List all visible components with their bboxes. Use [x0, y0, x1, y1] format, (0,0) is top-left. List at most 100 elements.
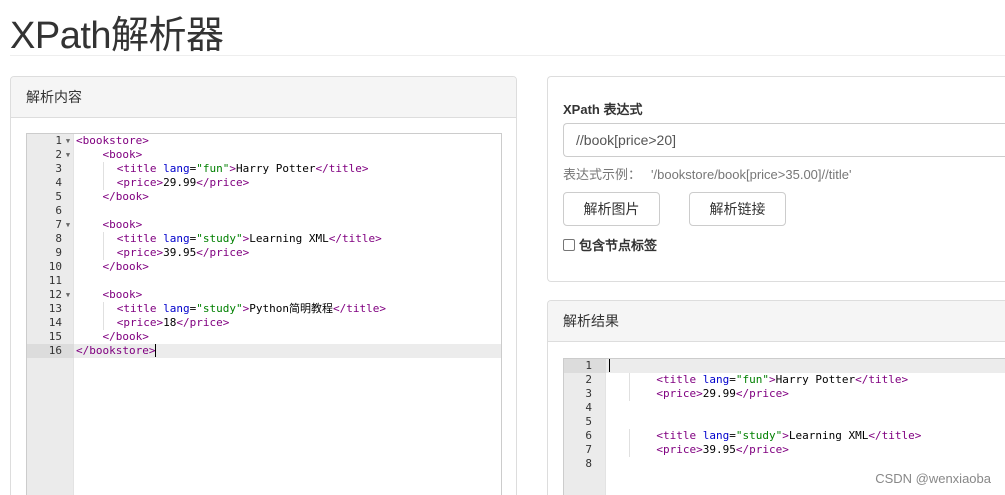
include-tags-label: 包含节点标签	[579, 238, 658, 253]
code-line[interactable]: 9 <price>39.95</price>	[27, 246, 501, 260]
xml-tag: <book>	[102, 148, 143, 161]
xml-tag: <title	[116, 162, 157, 175]
fold-arrow-icon[interactable]: ▼	[64, 218, 72, 232]
line-number: 9	[55, 246, 62, 259]
code-line[interactable]: 1 ▼ <bookstore>	[27, 134, 501, 148]
xpath-input[interactable]	[563, 123, 1005, 157]
xml-tag: </book>	[102, 260, 149, 273]
page-title: XPath解析器	[10, 15, 224, 57]
result-panel: 解析结果 1 2 <title lang="fun">Harry Potter<…	[547, 300, 1005, 495]
xml-tag: >	[782, 429, 789, 442]
line-number: 4	[585, 401, 592, 414]
code-line[interactable]: 8 <title lang="study">Learning XML</titl…	[27, 232, 501, 246]
code-line[interactable]: 7 <price>39.95</price>	[564, 443, 1005, 457]
code-line[interactable]: 12 ▼ <book>	[27, 288, 501, 302]
line-number: 11	[48, 274, 62, 287]
xml-tag: <price>	[116, 246, 164, 259]
result-panel-heading: 解析结果	[548, 301, 1005, 342]
text-cursor	[155, 344, 157, 357]
code-line[interactable]: 4 <price>29.99</price>	[27, 176, 501, 190]
xml-tag: </title>	[855, 373, 909, 386]
line-number: 13	[48, 302, 62, 315]
xml-text: 29.99	[702, 387, 736, 400]
line-number: 7	[585, 443, 592, 456]
example-label: 表达式示例：	[563, 167, 642, 182]
xml-tag: </title>	[332, 302, 386, 315]
xml-text: Learning XML	[249, 232, 329, 245]
xml-tag: </book>	[102, 190, 149, 203]
line-number: 12	[48, 288, 62, 301]
xml-attr: lang	[163, 232, 190, 245]
fold-arrow-icon[interactable]: ▼	[64, 288, 72, 302]
xml-tag: >	[229, 162, 236, 175]
code-line[interactable]: 11	[27, 274, 501, 288]
xml-attr-value: "fun"	[196, 162, 230, 175]
line-number: 4	[55, 176, 62, 189]
xml-text: Harry Potter	[236, 162, 316, 175]
source-panel: 解析内容 1 ▼ <bookstore> 2 ▼ <book> 3 <title la…	[10, 76, 517, 495]
xml-text: 39.95	[163, 246, 197, 259]
source-panel-heading: 解析内容	[11, 77, 516, 118]
code-line[interactable]: 6 <title lang="study">Learning XML</titl…	[564, 429, 1005, 443]
xml-tag: </price>	[196, 176, 250, 189]
xml-text: Harry Potter	[775, 373, 856, 386]
xml-tag: <book>	[102, 218, 143, 231]
xml-tag: <price>	[116, 176, 164, 189]
example-value: '/bookstore/book[price>35.00]//title'	[651, 167, 852, 182]
xml-tag: <bookstore>	[76, 134, 149, 147]
xml-tag: <title	[116, 232, 157, 245]
code-line[interactable]: 5	[564, 415, 1005, 429]
line-number: 7	[55, 218, 62, 231]
code-line[interactable]: 15 </book>	[27, 330, 501, 344]
code-line[interactable]: 10 </book>	[27, 260, 501, 274]
xml-tag: </title>	[328, 232, 382, 245]
code-line[interactable]: 6	[27, 204, 501, 218]
xml-attr: lang	[163, 302, 190, 315]
xml-tag: <book>	[102, 288, 143, 301]
line-number: 16	[48, 344, 62, 357]
code-line[interactable]: 5 </book>	[27, 190, 501, 204]
line-number: 8	[585, 457, 592, 470]
expression-panel: XPath 表达式 表达式示例： '/bookstore/book[price>3…	[547, 76, 1005, 282]
watermark: CSDN @wenxiaoba	[875, 471, 991, 486]
fold-arrow-icon[interactable]: ▼	[64, 148, 72, 162]
fold-arrow-icon[interactable]: ▼	[64, 134, 72, 148]
code-line[interactable]: 13 <title lang="study">Python简明教程</title…	[27, 302, 501, 316]
xml-attr-value: "study"	[735, 429, 783, 442]
code-line[interactable]: 7 ▼ <book>	[27, 218, 501, 232]
xml-text: Python简明教程	[249, 302, 333, 315]
xml-text: 39.95	[702, 443, 736, 456]
xml-attr-value: "study"	[196, 232, 243, 245]
source-code-editor[interactable]: 1 ▼ <bookstore> 2 ▼ <book> 3 <title lang="f…	[26, 133, 502, 495]
code-line-active[interactable]: 1	[564, 359, 1005, 373]
line-number: 14	[48, 316, 62, 329]
xml-tag: </price>	[735, 387, 789, 400]
xml-attr-value: "fun"	[735, 373, 769, 386]
xml-tag: <price>	[656, 387, 703, 400]
code-line[interactable]: 4	[564, 401, 1005, 415]
line-number: 6	[585, 429, 592, 442]
example-hint: 表达式示例： '/bookstore/book[price>35.00]//tit…	[563, 164, 851, 183]
xpath-label: XPath 表达式	[563, 102, 643, 117]
code-line-active[interactable]: 16 </bookstore>	[27, 344, 501, 358]
include-tags-checkbox[interactable]	[563, 238, 575, 251]
xml-text: Learning XML	[788, 429, 869, 442]
line-number: 3	[585, 387, 592, 400]
code-line[interactable]: 8	[564, 457, 1005, 471]
code-line[interactable]: 2 ▼ <book>	[27, 148, 501, 162]
xml-eq: =	[729, 373, 736, 386]
parse-link-button[interactable]: 解析链接	[689, 192, 786, 226]
line-number: 6	[55, 204, 62, 217]
xml-eq: =	[729, 429, 736, 442]
line-number: 3	[55, 162, 62, 175]
code-line[interactable]: 14 <price>18</price>	[27, 316, 501, 330]
line-number: 2	[55, 148, 62, 161]
xml-tag: </book>	[102, 330, 149, 343]
xml-text: 29.99	[163, 176, 197, 189]
include-tags-option[interactable]: 包含节点标签	[563, 235, 657, 254]
code-line[interactable]: 3 <price>29.99</price>	[564, 387, 1005, 401]
code-line[interactable]: 3 <title lang="fun">Harry Potter</title>	[27, 162, 501, 176]
code-line[interactable]: 2 <title lang="fun">Harry Potter</title>	[564, 373, 1005, 387]
parse-image-button[interactable]: 解析图片	[563, 192, 660, 226]
xml-tag: </title>	[315, 162, 369, 175]
